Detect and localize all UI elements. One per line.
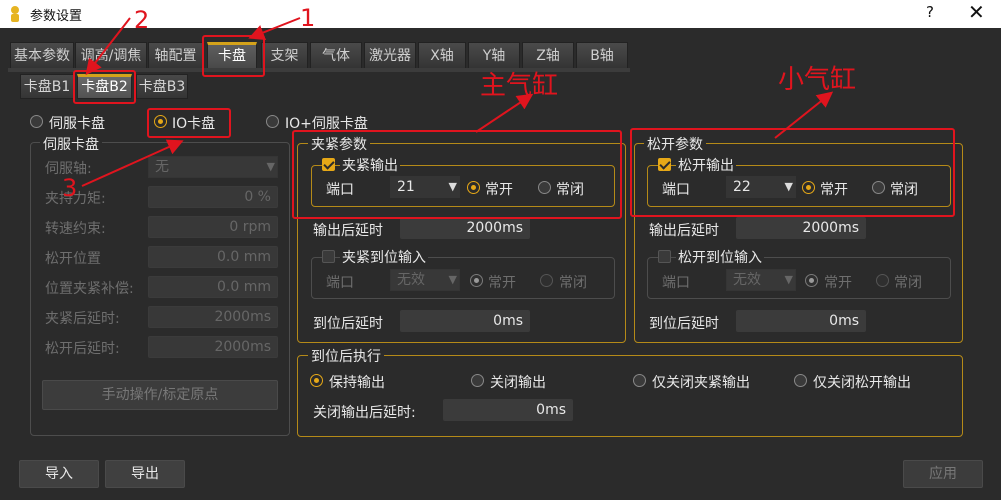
clamp-input-no-radio[interactable] [470,274,483,287]
release-delay-output-field[interactable]: 2000ms [736,217,866,239]
servo-chuck-radio[interactable] [30,115,43,128]
clamp-input-port-value: 无效 [397,272,425,288]
servo-axis-select[interactable]: 无 ▼ [148,156,278,178]
release-input-no-radio[interactable] [805,274,818,287]
tab-x-axis[interactable]: X轴 [418,42,466,68]
subtab-chuck-b3[interactable]: 卡盘B3 [136,74,188,99]
close-output-delay-label: 关闭输出后延时: [313,405,416,421]
help-button[interactable]: ? [926,3,934,21]
close-button[interactable]: ✕ [968,0,985,24]
release-arrive-field[interactable]: 0ms [736,310,866,332]
clamp-delay-output-field[interactable]: 2000ms [400,217,530,239]
release-input-port-select[interactable]: 无效 ▼ [726,269,796,291]
clamp-input-nc-label: 常闭 [559,275,587,291]
annotation-number-1: 1 [300,4,316,32]
release-position-label: 松开位置 [45,251,101,267]
keep-output-radio[interactable] [310,374,323,387]
clamp-input-port-label: 端口 [326,275,354,291]
clamp-compensation-label: 位置夹紧补偿: [45,281,134,297]
annotation-box-main-cylinder [292,130,622,219]
release-input-port-label: 端口 [662,275,690,291]
chevron-down-icon: ▼ [266,160,275,173]
release-position-field[interactable]: 0.0 mm [148,246,278,268]
clamp-input-nc-radio[interactable] [540,274,553,287]
keep-output-label: 保持输出 [329,375,385,391]
clamp-delay-label: 夹紧后延时: [45,311,120,327]
clamp-input-title: 夹紧到位输入 [340,247,428,267]
clamp-arrive-field[interactable]: 0ms [400,310,530,332]
annotation-box-2 [73,70,136,104]
after-arrival-group [297,355,963,437]
speed-limit-field[interactable]: 0 rpm [148,216,278,238]
clamp-input-port-select[interactable]: 无效 ▼ [390,269,460,291]
tab-axis-config[interactable]: 轴配置 [148,42,203,68]
close-output-radio[interactable] [471,374,484,387]
close-release-only-radio[interactable] [794,374,807,387]
annotation-main-cylinder: 主气缸 [480,71,559,101]
annotation-small-cylinder: 小气缸 [778,65,857,95]
chevron-down-icon: ▼ [448,273,457,286]
release-input-title: 松开到位输入 [676,247,764,267]
release-input-nc-label: 常闭 [894,275,922,291]
clamp-delay-output-label: 输出后延时 [313,223,383,239]
annotation-number-3: 3 [62,174,78,202]
speed-limit-label: 转速约束: [45,221,106,237]
release-delay-output-label: 输出后延时 [649,223,719,239]
tab-support[interactable]: 支架 [261,42,308,68]
servo-chuck-label: 伺服卡盘 [49,116,105,132]
subtab-chuck-b1[interactable]: 卡盘B1 [20,74,74,99]
servo-group-title: 伺服卡盘 [40,134,102,154]
close-output-label: 关闭输出 [490,375,546,391]
tab-basic[interactable]: 基本参数 [10,42,74,68]
after-arrival-title: 到位后执行 [308,346,384,366]
apply-button[interactable]: 应用 [903,460,983,488]
close-output-delay-field[interactable]: 0ms [443,399,573,421]
release-input-checkbox[interactable] [658,250,671,263]
export-button[interactable]: 导出 [105,460,185,488]
tab-laser[interactable]: 激光器 [364,42,416,68]
app-icon [11,6,19,22]
annotation-box-1 [202,35,265,77]
release-input-nc-radio[interactable] [876,274,889,287]
clamp-arrive-label: 到位后延时 [313,316,383,332]
window-title: 参数设置 [30,9,83,24]
tab-gas[interactable]: 气体 [310,42,362,68]
servo-axis-value: 无 [155,159,169,175]
io-servo-chuck-radio[interactable] [266,115,279,128]
release-input-port-value: 无效 [733,272,761,288]
tab-height[interactable]: 调高/调焦 [75,42,147,68]
tab-b-axis[interactable]: B轴 [576,42,628,68]
release-input-no-label: 常开 [824,275,852,291]
clamp-compensation-field[interactable]: 0.0 mm [148,276,278,298]
release-delay-field[interactable]: 2000ms [148,336,278,358]
clamp-torque-field[interactable]: 0 % [148,186,278,208]
clamp-input-no-label: 常开 [488,275,516,291]
release-arrive-label: 到位后延时 [649,316,719,332]
import-button[interactable]: 导入 [19,460,99,488]
close-clamp-only-radio[interactable] [633,374,646,387]
annotation-box-small-cylinder [630,128,955,217]
clamp-input-checkbox[interactable] [322,250,335,263]
close-clamp-only-label: 仅关闭夹紧输出 [652,375,750,391]
chevron-down-icon: ▼ [784,273,793,286]
clamp-delay-field[interactable]: 2000ms [148,306,278,328]
release-delay-label: 松开后延时: [45,341,120,357]
annotation-number-2: 2 [134,6,150,34]
close-release-only-label: 仅关闭松开输出 [813,375,911,391]
manual-calibrate-button[interactable]: 手动操作/标定原点 [42,380,278,410]
title-bar: 参数设置 ? ✕ [0,0,1001,28]
annotation-box-3 [147,108,231,138]
